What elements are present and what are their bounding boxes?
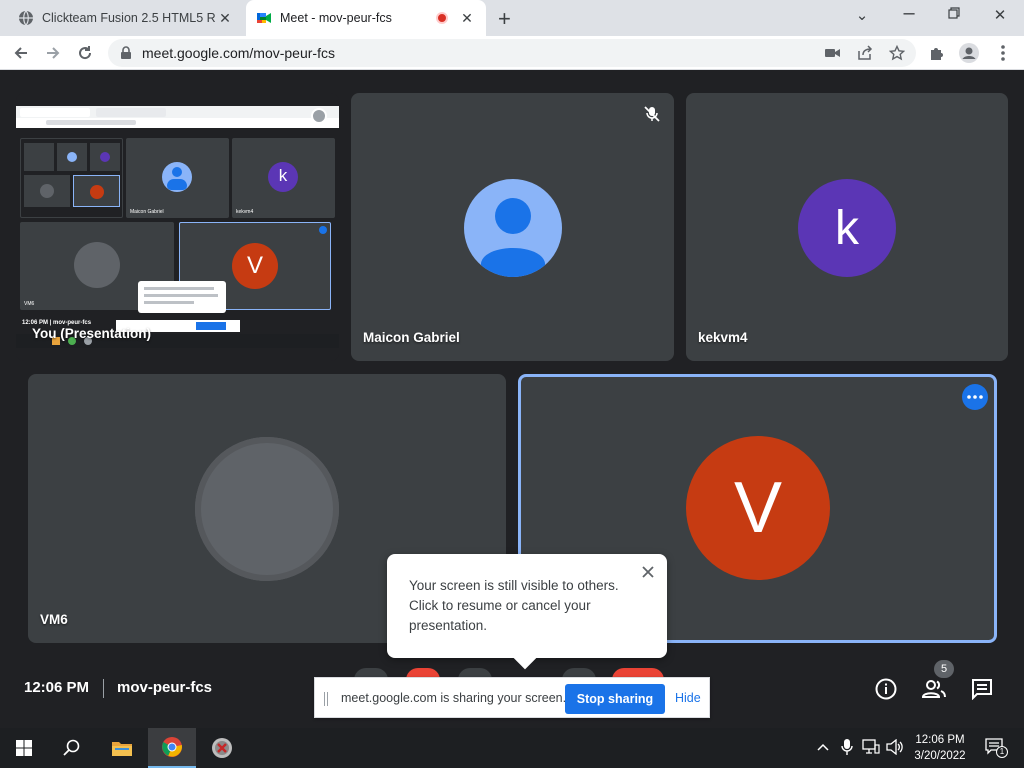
participants-button[interactable] (921, 676, 947, 702)
browser-tabstrip: Clickteam Fusion 2.5 HTML5 Run ✕ Meet - … (0, 0, 1024, 36)
globe-icon (19, 10, 33, 26)
search-button[interactable] (48, 728, 96, 768)
info-icon (875, 678, 897, 700)
back-arrow-icon (14, 47, 27, 59)
chrome-logo-icon (162, 737, 183, 757)
meet-logo-icon (257, 13, 271, 23)
file-explorer-button[interactable] (98, 728, 146, 768)
share-icon[interactable] (856, 44, 874, 62)
thumb-popup (138, 281, 226, 313)
generic-person-avatar-icon (464, 179, 562, 277)
drag-handle[interactable] (324, 692, 328, 706)
tile-maicon-gabriel[interactable]: Maicon Gabriel (351, 93, 674, 361)
reload-icon (79, 46, 92, 60)
thumb-tile-kekvm4: k kekvm4 (232, 138, 335, 218)
show-hidden-icons-button[interactable] (814, 738, 832, 756)
browser-toolbar: meet.google.com/mov-peur-fcs (0, 36, 1024, 70)
clickteam-app-button[interactable] (198, 728, 246, 768)
recording-indicator-icon (436, 12, 448, 24)
tile-name: You (Presentation) (32, 326, 152, 341)
meeting-code: mov-peur-fcs (117, 679, 213, 696)
browser-menu-button[interactable] (992, 42, 1014, 64)
thumb-nested-presentation (20, 138, 123, 218)
more-horiz-icon (967, 395, 983, 399)
avatar-v: V (686, 436, 830, 580)
back-button[interactable] (10, 42, 32, 64)
tile-name: VM6 (40, 612, 68, 627)
avatar-letter: V (733, 468, 783, 548)
system-date: 3/20/2022 (914, 750, 966, 762)
tab-search-icon[interactable]: ⌄ (852, 6, 872, 24)
tile-name: kekvm4 (698, 330, 748, 345)
tile-name: Maicon Gabriel (363, 330, 460, 345)
tab-title: Clickteam Fusion 2.5 HTML5 Run (42, 11, 216, 25)
notification-count-badge: 1 (996, 746, 1008, 758)
close-tab-icon[interactable]: ✕ (216, 10, 234, 27)
close-tab-icon[interactable]: ✕ (458, 10, 476, 27)
profile-avatar-icon (959, 43, 979, 63)
resume-presentation-popup[interactable]: Your screen is still visible to others. … (387, 554, 667, 670)
tile-presentation[interactable]: Maicon Gabriel k kekvm4 VM6 V 12:06 PM |… (16, 93, 339, 361)
windows-logo-icon (16, 740, 32, 756)
url-text: meet.google.com/mov-peur-fcs (142, 45, 335, 61)
screen-sharing-bar: meet.google.com is sharing your screen. … (314, 677, 710, 718)
people-icon (922, 680, 946, 698)
system-clock[interactable]: 12:06 PM 3/20/2022 (904, 732, 976, 764)
chat-button[interactable] (969, 676, 995, 702)
blank-avatar (195, 437, 339, 581)
forward-button[interactable] (42, 42, 64, 64)
windows-taskbar: 12:06 PM 3/20/2022 1 (0, 728, 1024, 768)
close-popup-button[interactable] (639, 563, 657, 581)
network-icon[interactable] (862, 738, 880, 756)
thumb-tile-maicon: Maicon Gabriel (126, 138, 229, 218)
start-button[interactable] (0, 728, 48, 768)
system-time: 12:06 PM (915, 734, 965, 746)
new-tab-button[interactable]: + (498, 6, 511, 32)
bookmark-star-icon[interactable] (888, 44, 906, 62)
avatar-k: k (798, 179, 896, 277)
chrome-taskbar-button[interactable] (148, 728, 196, 768)
camera-in-use-icon[interactable] (824, 44, 842, 62)
meeting-details-button[interactable] (873, 676, 899, 702)
lock-icon (121, 46, 131, 59)
clickteam-logo-icon (212, 738, 232, 758)
avatar-letter: k (835, 201, 859, 255)
puzzle-icon (931, 48, 943, 60)
restore-button[interactable] (944, 6, 964, 23)
volume-icon[interactable] (886, 738, 904, 756)
action-center-button[interactable]: 1 (984, 738, 1008, 758)
chevron-up-icon (817, 743, 829, 751)
tile-kekvm4[interactable]: k kekvm4 (686, 93, 1008, 361)
close-icon (642, 566, 654, 578)
more-options-button[interactable] (962, 384, 988, 410)
folder-icon (112, 742, 132, 756)
chat-icon (972, 679, 992, 700)
sharing-message: meet.google.com is sharing your screen. (341, 691, 567, 705)
address-bar[interactable]: meet.google.com/mov-peur-fcs (108, 39, 916, 67)
tab-meet[interactable]: Meet - mov-peur-fcs ✕ (246, 0, 486, 36)
profile-button[interactable] (958, 42, 980, 64)
hide-button[interactable]: Hide (675, 691, 701, 705)
extensions-button[interactable] (926, 42, 948, 64)
forward-arrow-icon (47, 47, 60, 59)
microphone-tray-icon[interactable] (838, 738, 856, 756)
reload-button[interactable] (74, 42, 96, 64)
search-icon (63, 739, 80, 756)
thumb-browser-chrome (16, 106, 339, 128)
restore-icon (948, 7, 960, 19)
tab-clickteam[interactable]: Clickteam Fusion 2.5 HTML5 Run ✕ (8, 0, 244, 36)
divider (103, 679, 104, 698)
minimize-button[interactable]: – (899, 2, 919, 25)
mic-off-icon (642, 104, 662, 124)
tab-title: Meet - mov-peur-fcs (280, 11, 392, 25)
popup-message: Your screen is still visible to others. … (409, 578, 619, 633)
presentation-thumbnail: Maicon Gabriel k kekvm4 VM6 V 12:06 PM |… (16, 106, 339, 348)
meeting-clock: 12:06 PM (24, 679, 90, 696)
participants-count-badge: 5 (934, 660, 954, 678)
more-vert-icon (1001, 45, 1005, 61)
stop-sharing-button[interactable]: Stop sharing (565, 684, 665, 714)
close-window-button[interactable]: ✕ (990, 6, 1010, 24)
